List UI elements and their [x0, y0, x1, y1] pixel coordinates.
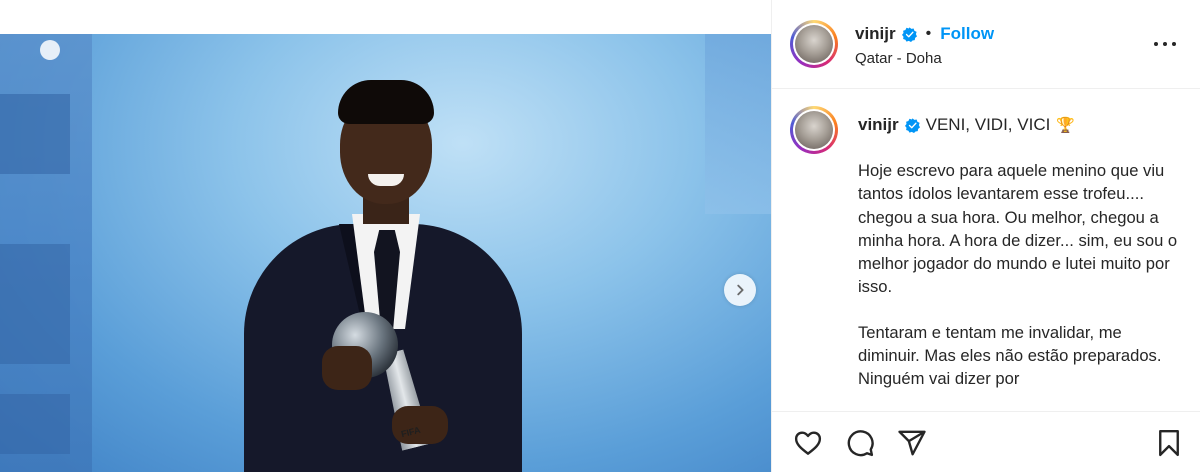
- bookmark-icon: [1159, 429, 1179, 457]
- post-header: vinijr • Follow Qatar - Doha: [772, 0, 1200, 89]
- comment-icon: [847, 430, 874, 457]
- like-button[interactable]: [793, 428, 823, 458]
- verified-badge-icon: [901, 26, 917, 42]
- avatar-image: [795, 25, 833, 63]
- more-options-icon[interactable]: [1154, 34, 1178, 54]
- person-hand-left: [322, 346, 372, 390]
- person-hand-right: [392, 406, 448, 444]
- background-screen-right: [705, 34, 771, 214]
- next-image-button[interactable]: [724, 274, 756, 306]
- author-avatar[interactable]: [790, 20, 838, 68]
- comment-button[interactable]: [845, 428, 875, 458]
- verified-badge-icon: [904, 117, 920, 133]
- post-sidebar: vinijr • Follow Qatar - Doha vinijr VENI…: [771, 0, 1200, 473]
- save-button[interactable]: [1154, 428, 1184, 458]
- caption-avatar[interactable]: [790, 106, 838, 154]
- author-username[interactable]: vinijr: [855, 24, 896, 44]
- post-media: FIFA: [0, 0, 771, 472]
- caption-body: Hoje escrevo para aquele menino que viu …: [858, 159, 1178, 411]
- heart-icon: [794, 431, 822, 455]
- post-caption: vinijr VENI, VIDI, VICI 🏆 Hoje escrevo p…: [772, 89, 1200, 411]
- post-location[interactable]: Qatar - Doha: [855, 50, 942, 67]
- author-line: vinijr • Follow: [855, 24, 994, 44]
- caption-username[interactable]: vinijr: [858, 115, 899, 135]
- share-icon: [898, 430, 926, 456]
- background-screen-left: [0, 34, 92, 472]
- chevron-right-icon: [737, 284, 744, 296]
- stage-light: [40, 40, 60, 60]
- follow-button[interactable]: Follow: [940, 24, 994, 44]
- avatar-image: [795, 111, 833, 149]
- person-hair: [338, 80, 434, 124]
- trophy-emoji: 🏆: [1056, 117, 1076, 134]
- header-separator: •: [925, 25, 932, 42]
- post-photo[interactable]: FIFA: [0, 34, 771, 472]
- caption-header: vinijr VENI, VIDI, VICI 🏆: [858, 115, 1075, 135]
- caption-paragraph: Tentaram e tentam me invalidar, me dimin…: [858, 322, 1162, 389]
- share-button[interactable]: [897, 428, 927, 458]
- action-bar: [772, 411, 1200, 473]
- caption-paragraph: Hoje escrevo para aquele menino que viu …: [858, 161, 1178, 297]
- caption-title: VENI, VIDI, VICI: [925, 115, 1051, 134]
